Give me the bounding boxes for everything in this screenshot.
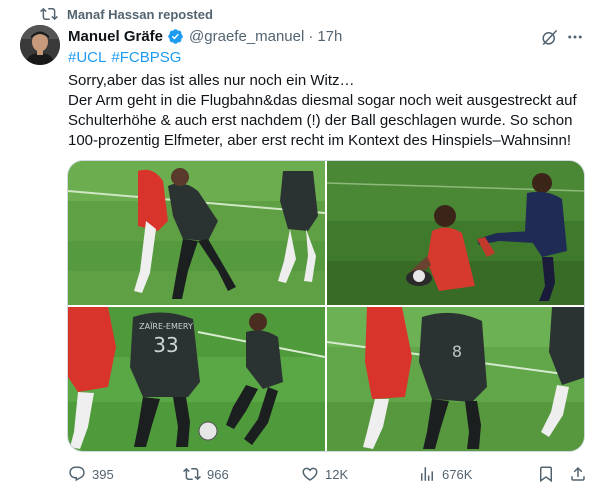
views-count: 676K bbox=[442, 466, 473, 482]
more-icon bbox=[568, 35, 582, 39]
like-count: 12K bbox=[325, 466, 349, 482]
reply-icon bbox=[69, 466, 85, 482]
separator-dot: · bbox=[308, 27, 314, 45]
more-button[interactable] bbox=[565, 27, 585, 47]
author-name[interactable]: Manuel Gräfe bbox=[68, 28, 163, 45]
verified-badge-icon bbox=[168, 28, 183, 44]
media-image-1[interactable] bbox=[68, 161, 325, 305]
bookmark-button[interactable] bbox=[537, 462, 555, 486]
grok-button[interactable] bbox=[539, 27, 559, 47]
views-chart-icon bbox=[421, 467, 433, 481]
repost-text: Manaf Hassan reposted bbox=[67, 6, 213, 22]
repost-button[interactable]: 966 bbox=[183, 462, 229, 486]
media-grid: 33 ZAÏRE-EMERY 8 bbox=[67, 160, 585, 452]
hashtag-link[interactable]: #FCBPSG bbox=[111, 49, 181, 66]
reply-button[interactable]: 395 bbox=[68, 462, 114, 486]
hashtags: #UCL #FCBPSG bbox=[68, 49, 181, 66]
repost-indicator[interactable]: Manaf Hassan reposted bbox=[40, 5, 213, 23]
share-button[interactable] bbox=[569, 462, 587, 486]
author-handle[interactable]: @graefe_manuel bbox=[189, 28, 304, 45]
tweet-header: Manuel Gräfe @graefe_manuel · 17h bbox=[68, 26, 342, 46]
tweet-text: Sorry,aber das ist alles nur noch ein Wi… bbox=[68, 71, 588, 151]
like-button[interactable]: 12K bbox=[301, 462, 348, 486]
tweet-text-line: Der Arm geht in die Flugbahn&das diesmal… bbox=[68, 92, 577, 109]
timestamp[interactable]: 17h bbox=[317, 28, 342, 45]
svg-text:8: 8 bbox=[452, 342, 462, 361]
svg-text:33: 33 bbox=[153, 333, 178, 357]
avatar[interactable] bbox=[20, 25, 60, 65]
share-icon bbox=[571, 466, 585, 481]
svg-text:ZAÏRE-EMERY: ZAÏRE-EMERY bbox=[139, 321, 193, 331]
tweet-text-line: 100-prozentig Elfmeter, aber erst recht … bbox=[68, 132, 572, 149]
heart-icon bbox=[302, 467, 318, 481]
reply-count: 395 bbox=[92, 466, 114, 482]
media-image-3[interactable]: 33 ZAÏRE-EMERY bbox=[68, 307, 325, 451]
bookmark-icon bbox=[540, 466, 552, 483]
media-image-4[interactable]: 8 bbox=[327, 307, 584, 451]
media-image-2[interactable] bbox=[327, 161, 584, 305]
tweet-text-line: Sorry,aber das ist alles nur noch ein Wi… bbox=[68, 72, 355, 89]
action-bar: 395 966 12K 676K bbox=[68, 462, 588, 486]
repost-icon bbox=[183, 467, 201, 481]
views-button[interactable]: 676K bbox=[418, 462, 472, 486]
repost-icon bbox=[40, 7, 58, 21]
avatar-image bbox=[20, 25, 60, 65]
grok-icon bbox=[541, 29, 557, 45]
hashtag-link[interactable]: #UCL bbox=[68, 49, 106, 66]
tweet-text-line: Schulterhöhe & auch erst nachdem (!) der… bbox=[68, 112, 573, 129]
repost-count: 966 bbox=[207, 466, 229, 482]
